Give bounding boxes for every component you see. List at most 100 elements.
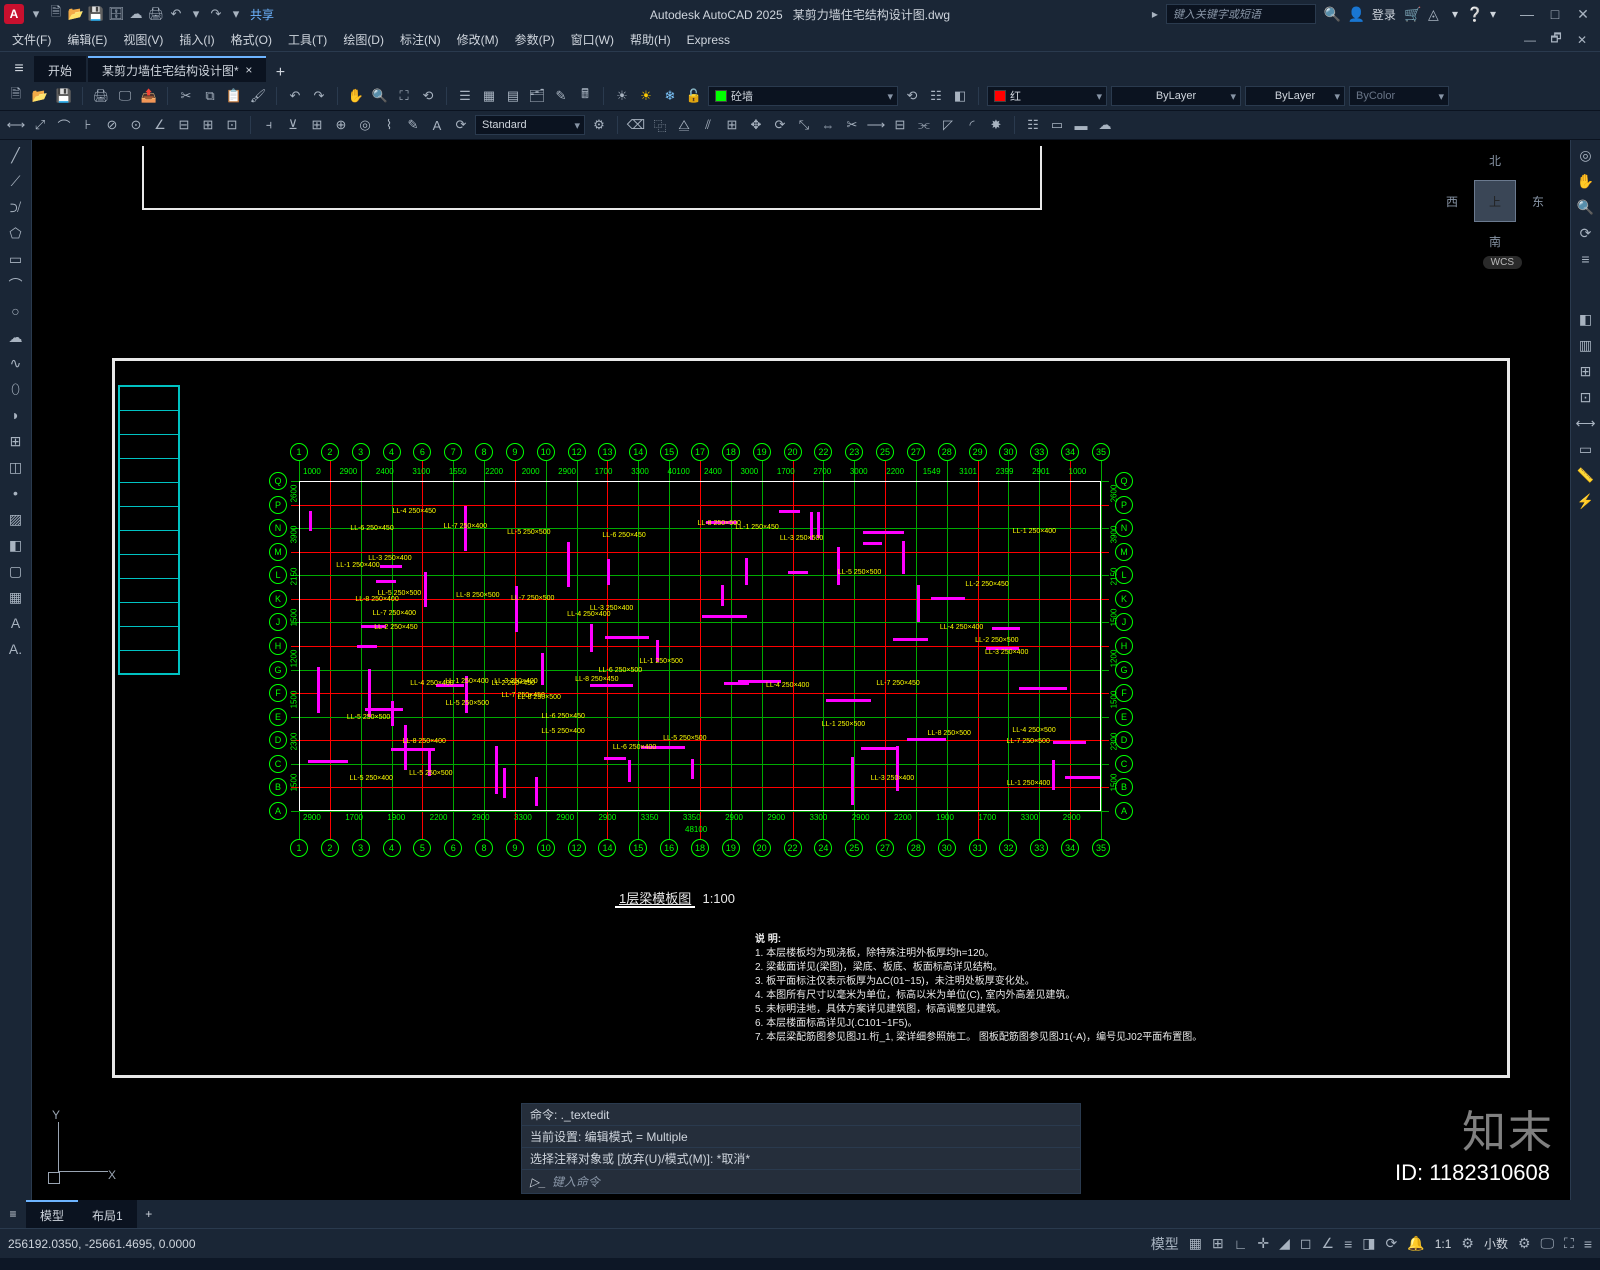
- dim-base-icon[interactable]: ⊞: [198, 115, 218, 135]
- qselect-icon[interactable]: ⚡: [1575, 490, 1597, 512]
- menu-view[interactable]: 视图(V): [117, 31, 169, 48]
- dim-dia-icon[interactable]: ⊙: [126, 115, 146, 135]
- layout-menu-icon[interactable]: ≡: [0, 1207, 26, 1221]
- draworder-icon[interactable]: ☷: [1023, 115, 1043, 135]
- region2-icon[interactable]: ▢: [5, 560, 27, 582]
- help-icon[interactable]: ❔: [1466, 6, 1482, 22]
- layer-states-icon[interactable]: ☷: [926, 86, 946, 106]
- circle-icon[interactable]: ○: [5, 300, 27, 322]
- dim-rad-icon[interactable]: ⊘: [102, 115, 122, 135]
- doc-restore-button[interactable]: 🗗: [1544, 30, 1568, 50]
- drawing-canvas[interactable]: 北 南 西 东 上 WCS 11223344657688991010121213…: [32, 140, 1570, 1200]
- new-tab-button[interactable]: +: [268, 64, 292, 82]
- zoom-prev-icon[interactable]: ⟲: [418, 86, 438, 106]
- dim-arc-icon[interactable]: ⌒: [54, 115, 74, 135]
- dim-space-icon[interactable]: ⫞: [259, 115, 279, 135]
- minimize-button[interactable]: —: [1514, 4, 1540, 24]
- coords-readout[interactable]: 256192.0350, -25661.4695, 0.0000: [8, 1237, 196, 1251]
- array-icon[interactable]: ⊞: [722, 115, 742, 135]
- tol-icon[interactable]: ⊞: [307, 115, 327, 135]
- move-icon[interactable]: ✥: [746, 115, 766, 135]
- user-icon[interactable]: 👤: [1348, 6, 1364, 22]
- undo-icon[interactable]: ↶: [168, 6, 184, 22]
- layer-lock-icon[interactable]: 🔓: [684, 86, 704, 106]
- ellipse-icon[interactable]: ⬯: [5, 378, 27, 400]
- scale-icon[interactable]: ⤡: [794, 115, 814, 135]
- mirror-icon[interactable]: ⧋: [674, 115, 694, 135]
- addsel-icon[interactable]: A.: [5, 638, 27, 660]
- new-icon[interactable]: 🗎: [48, 6, 64, 22]
- linetype-dropdown[interactable]: ByLayer: [1111, 86, 1241, 106]
- erase-icon[interactable]: ⌫: [626, 115, 646, 135]
- pline-icon[interactable]: ⟉: [5, 196, 27, 218]
- extend-icon[interactable]: ⟶: [866, 115, 886, 135]
- xline-icon[interactable]: ⟋: [5, 170, 27, 192]
- plot-icon[interactable]: 🖨: [148, 6, 164, 22]
- polygon-icon[interactable]: ⬠: [5, 222, 27, 244]
- rect-icon[interactable]: ▭: [5, 248, 27, 270]
- cut-icon[interactable]: ✂: [176, 86, 196, 106]
- rotate-icon[interactable]: ⟳: [770, 115, 790, 135]
- layer-prev-icon[interactable]: ⟲: [902, 86, 922, 106]
- dim-ang-icon[interactable]: ∠: [150, 115, 170, 135]
- layer-manager-icon[interactable]: ☀: [612, 86, 632, 106]
- fillet-icon[interactable]: ◜: [962, 115, 982, 135]
- pan-icon[interactable]: ✋: [346, 86, 366, 106]
- point-icon[interactable]: •: [5, 482, 27, 504]
- login-button[interactable]: 登录: [1372, 6, 1396, 23]
- layer-on-icon[interactable]: ☀: [636, 86, 656, 106]
- spline-icon[interactable]: ∿: [5, 352, 27, 374]
- snap-icon[interactable]: ⊞: [1212, 1235, 1224, 1252]
- toolpal-icon[interactable]: ▤: [503, 86, 523, 106]
- area-icon[interactable]: ▭: [1575, 438, 1597, 460]
- maximize-button[interactable]: □: [1542, 4, 1568, 24]
- app-switcher-icon[interactable]: ◬: [1428, 6, 1444, 22]
- jog-icon[interactable]: ⌇: [379, 115, 399, 135]
- layer-freeze-icon[interactable]: ❄: [660, 86, 680, 106]
- menu-format[interactable]: 格式(O): [225, 31, 278, 48]
- search-icon[interactable]: 🔍: [1324, 6, 1340, 22]
- dim-tedit-icon[interactable]: A: [427, 115, 447, 135]
- sheet-icon[interactable]: 🗂: [527, 86, 547, 106]
- props-icon[interactable]: ☰: [455, 86, 475, 106]
- lw-icon[interactable]: ≡: [1344, 1236, 1352, 1252]
- block-icon[interactable]: ◫: [5, 456, 27, 478]
- custom-icon[interactable]: ≡: [1584, 1236, 1592, 1252]
- zoom-win-icon[interactable]: ⛶: [394, 86, 414, 106]
- dim-cont-icon[interactable]: ⊡: [222, 115, 242, 135]
- undo-dd-icon[interactable]: ▾: [188, 6, 204, 22]
- layer-dropdown[interactable]: 砼墙: [708, 86, 898, 106]
- chamfer-icon[interactable]: ◸: [938, 115, 958, 135]
- nav-zoom-icon[interactable]: 🔍: [1575, 196, 1597, 218]
- sel-filter-icon[interactable]: ▥: [1575, 334, 1597, 356]
- wipeout-icon[interactable]: ▬: [1071, 115, 1091, 135]
- region-icon[interactable]: ▭: [1047, 115, 1067, 135]
- arc-icon[interactable]: ⌒: [5, 274, 27, 296]
- menu-dropdown-icon[interactable]: ▾: [28, 6, 44, 22]
- saveas-icon[interactable]: 🗄: [108, 6, 124, 22]
- search-box[interactable]: 键入关键字或短语: [1166, 4, 1316, 24]
- dim-linear-icon[interactable]: ⟷: [6, 115, 26, 135]
- add-layout-button[interactable]: +: [137, 1207, 161, 1221]
- tab-close-icon[interactable]: ×: [245, 63, 252, 77]
- new-icon[interactable]: 🗎: [6, 86, 26, 106]
- match-icon[interactable]: 🖌: [248, 86, 268, 106]
- publish-icon[interactable]: 📤: [139, 86, 159, 106]
- dim-aligned-icon[interactable]: ⤢: [30, 115, 50, 135]
- help-dd-icon[interactable]: ▾: [1490, 7, 1496, 21]
- redo-icon[interactable]: ↷: [208, 6, 224, 22]
- redo-dd-icon[interactable]: ▾: [228, 6, 244, 22]
- copy-icon[interactable]: ⧉: [200, 86, 220, 106]
- menu-edit[interactable]: 编辑(E): [61, 31, 113, 48]
- print-icon[interactable]: 🖨: [91, 86, 111, 106]
- ellipse-arc-icon[interactable]: ◗: [5, 404, 27, 426]
- hatch-icon[interactable]: ▨: [5, 508, 27, 530]
- inspect-icon[interactable]: ◎: [355, 115, 375, 135]
- menu-draw[interactable]: 绘图(D): [337, 31, 390, 48]
- anno-icon[interactable]: 🔔: [1407, 1235, 1424, 1252]
- iso-icon[interactable]: ◢: [1279, 1235, 1290, 1252]
- tab-layout1[interactable]: 布局1: [78, 1200, 137, 1228]
- stretch-icon[interactable]: ⇔: [818, 115, 838, 135]
- scale-button[interactable]: 1:1: [1435, 1237, 1452, 1251]
- lineweight-dropdown[interactable]: ByLayer: [1245, 86, 1345, 106]
